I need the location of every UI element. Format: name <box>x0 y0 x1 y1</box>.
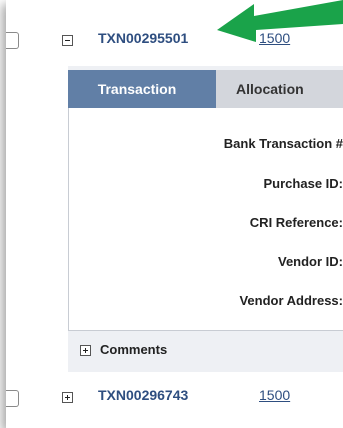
purchase-id-label: Purchase ID: <box>263 176 343 191</box>
vendor-id-label: Vendor ID: <box>277 254 343 269</box>
row-checkbox[interactable] <box>6 32 19 49</box>
bank-transaction-label: Bank Transaction # <box>223 136 343 151</box>
tab-bar: Transaction Allocation <box>68 70 343 108</box>
tab-transaction-label: Transaction <box>97 81 177 97</box>
comments-section[interactable]: Comments <box>68 330 343 368</box>
plus-box-icon[interactable] <box>80 345 91 356</box>
row-checkbox[interactable] <box>6 390 19 407</box>
tab-allocation-label: Allocation <box>236 81 304 97</box>
transaction-id-link[interactable]: TXN00295501 <box>98 30 188 46</box>
amount-link[interactable]: 1500 <box>259 387 290 403</box>
vendor-address-label: Vendor Address: <box>239 293 343 308</box>
tab-transaction[interactable]: Transaction <box>68 70 216 108</box>
minus-box-icon[interactable] <box>62 35 73 46</box>
comments-label: Comments <box>100 342 168 357</box>
details-panel: Transaction Allocation Bank Transaction … <box>68 66 343 372</box>
cri-reference-label: CRI Reference: <box>249 215 343 230</box>
transaction-grid: TXN00295501 1500 Transaction Allocation … <box>6 0 343 428</box>
tab-allocation[interactable]: Allocation <box>216 70 343 108</box>
green-arrow-icon <box>217 0 343 42</box>
plus-box-icon[interactable] <box>62 392 73 403</box>
transaction-form: Bank Transaction # Purchase ID: CRI Refe… <box>68 108 343 330</box>
transaction-id-link[interactable]: TXN00296743 <box>98 387 188 403</box>
